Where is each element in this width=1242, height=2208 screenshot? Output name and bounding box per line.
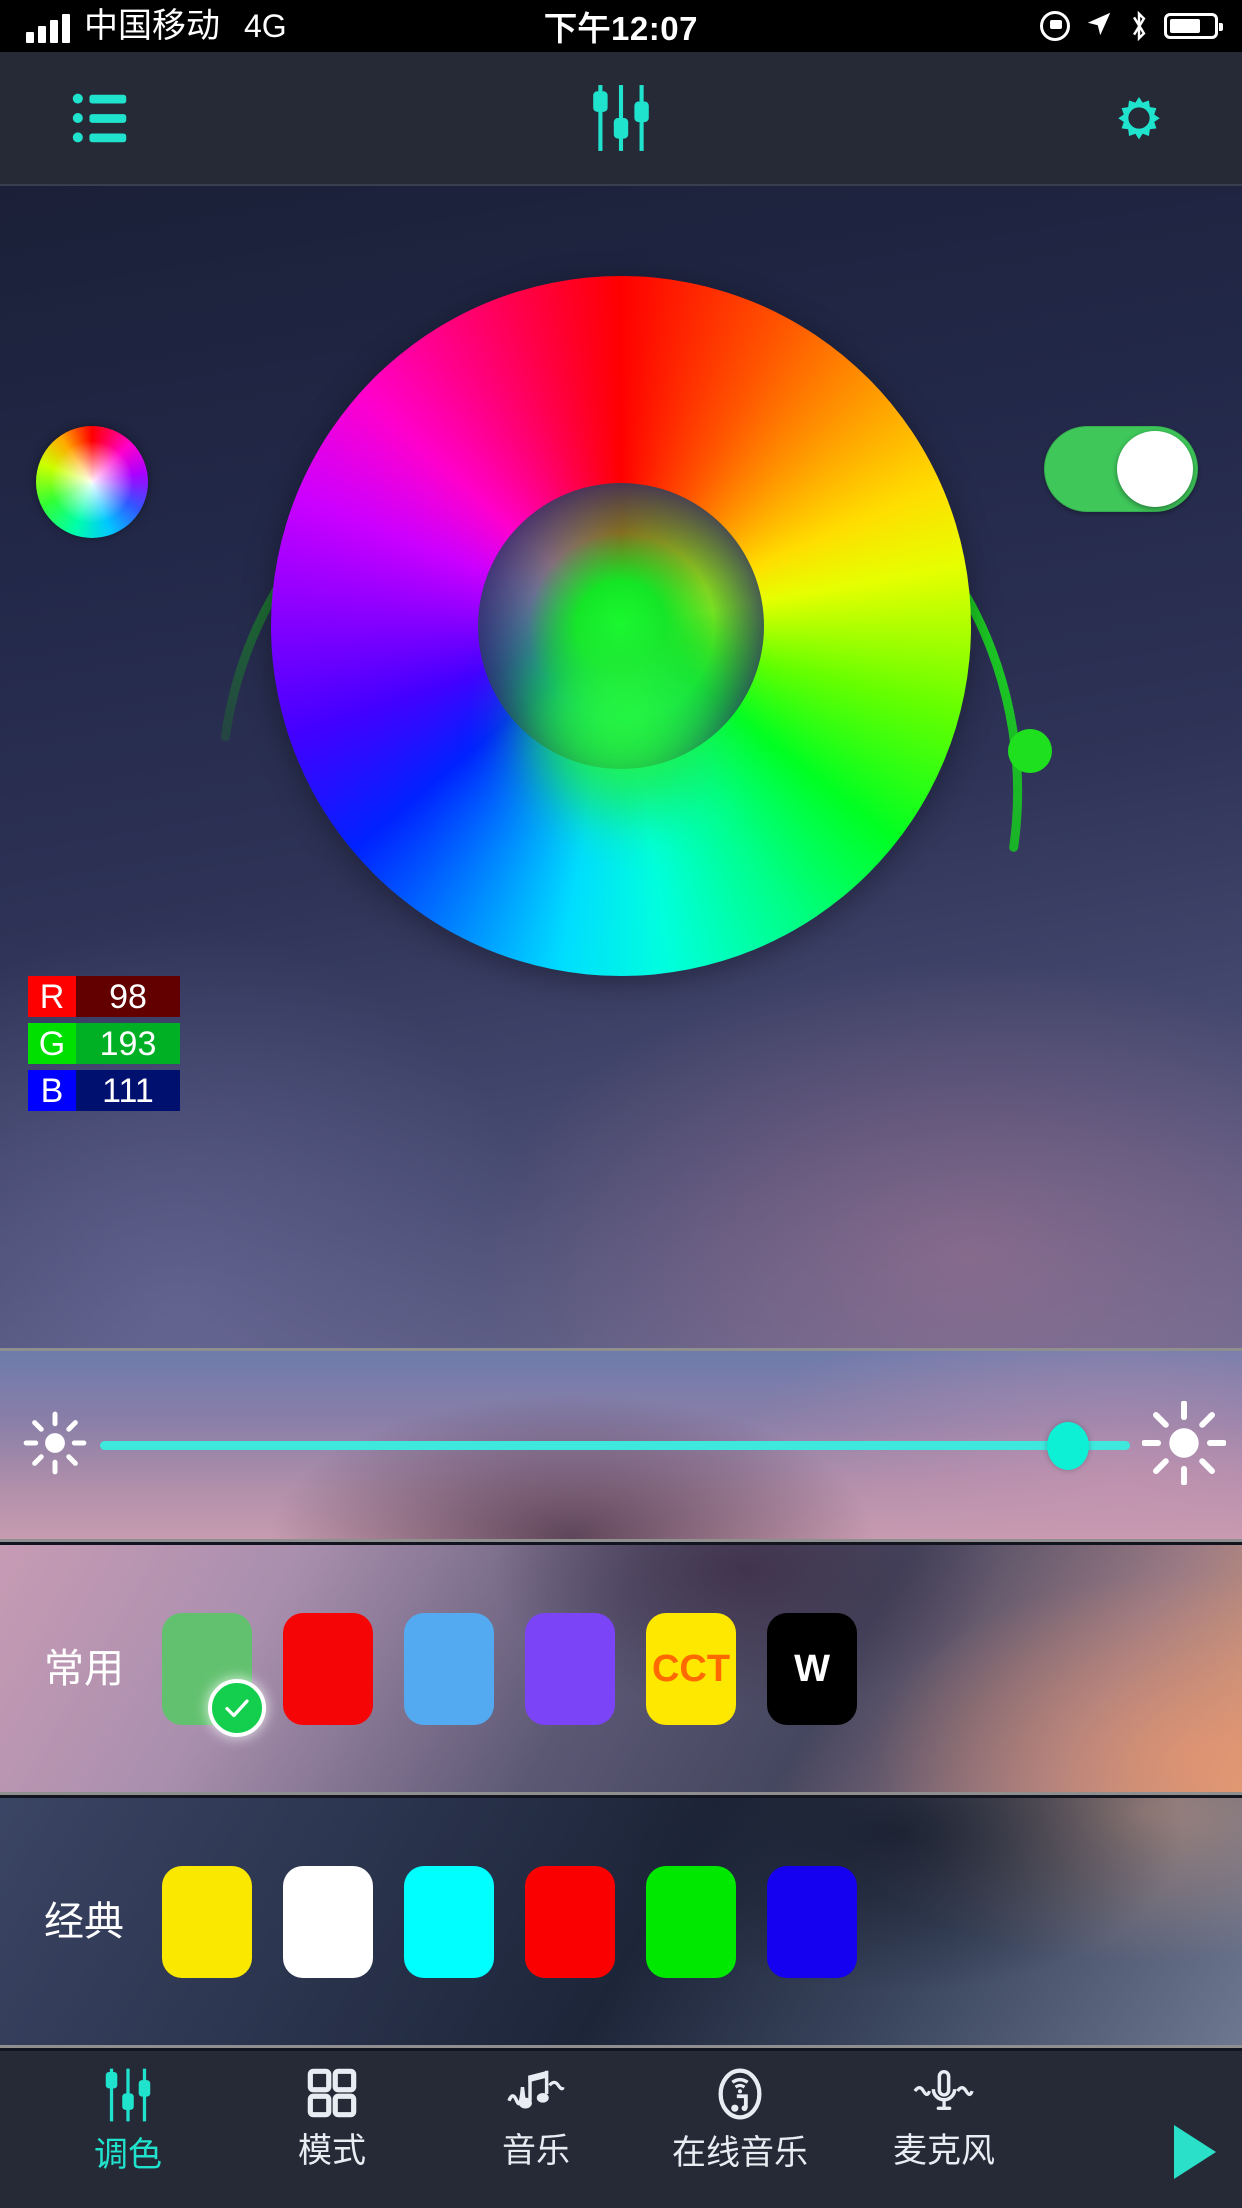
top-nav-bar bbox=[0, 52, 1242, 186]
brightness-track bbox=[100, 1441, 1130, 1450]
swatch-white-led[interactable]: W bbox=[767, 1612, 857, 1725]
swatch-yellow[interactable] bbox=[162, 1865, 252, 1978]
rgb-key-g: G bbox=[28, 1023, 76, 1064]
grid-icon bbox=[306, 2067, 358, 2124]
rgb-value-r: 98 bbox=[76, 976, 180, 1017]
sliders-icon bbox=[103, 2067, 153, 2128]
play-icon[interactable] bbox=[1174, 2125, 1216, 2179]
rgb-readout: R 98 G 193 B 111 bbox=[28, 976, 180, 1117]
color-stage: R 98 G 193 B 111 bbox=[0, 186, 1242, 1348]
battery-icon bbox=[1164, 13, 1223, 39]
tab-online-music-label: 在线音乐 bbox=[672, 2134, 808, 2172]
rgb-key-r: R bbox=[28, 976, 76, 1017]
device-list-button[interactable] bbox=[48, 63, 158, 173]
swatch-red2[interactable] bbox=[525, 1865, 615, 1978]
color-picker-wheel[interactable] bbox=[178, 231, 1064, 1117]
preset-row-classic-label: 经典 bbox=[44, 1899, 124, 1944]
bottom-tab-bar: 调色 模式 音乐 在线音乐 麦克风 bbox=[0, 2051, 1242, 2208]
swatch-lightblue[interactable] bbox=[404, 1612, 494, 1725]
tab-music-label: 音乐 bbox=[502, 2132, 570, 2170]
swatch-cct[interactable]: CCT bbox=[646, 1612, 736, 1725]
rgb-row-r: R 98 bbox=[28, 976, 180, 1017]
color-wheel-icon[interactable] bbox=[36, 426, 148, 538]
brightness-knob[interactable] bbox=[1047, 1422, 1090, 1470]
tab-microphone-label: 麦克风 bbox=[893, 2132, 995, 2170]
color-tab-button[interactable] bbox=[566, 63, 676, 173]
tab-color-label: 调色 bbox=[94, 2136, 162, 2174]
app-root: 中国移动 4G 下午12:07 R 98 G 193 B 111 常用 CCT … bbox=[0, 0, 1242, 2208]
swatch-purple[interactable] bbox=[525, 1612, 615, 1725]
settings-button[interactable] bbox=[1084, 63, 1194, 173]
preset-row-common: 常用 CCT W bbox=[0, 1545, 1242, 1795]
selected-check-icon bbox=[208, 1678, 266, 1737]
tab-mode-label: 模式 bbox=[298, 2132, 366, 2170]
sun-large-icon[interactable] bbox=[1141, 1399, 1227, 1490]
swatch-blue[interactable] bbox=[767, 1865, 857, 1978]
preset-row-classic-swatches bbox=[162, 1865, 1242, 1978]
preset-row-common-swatches: CCT W bbox=[162, 1612, 1242, 1737]
rgb-key-b: B bbox=[28, 1070, 76, 1111]
swatch-white[interactable] bbox=[283, 1865, 373, 1978]
tab-music[interactable]: 音乐 bbox=[434, 2051, 638, 2168]
status-bar: 中国移动 4G 下午12:07 bbox=[0, 0, 1242, 52]
swatch-green2[interactable] bbox=[646, 1865, 736, 1978]
sun-small-icon[interactable] bbox=[22, 1410, 88, 1481]
rgb-value-g: 193 bbox=[76, 1023, 180, 1064]
tab-mode[interactable]: 模式 bbox=[230, 2051, 434, 2168]
rgb-row-b: B 111 bbox=[28, 1070, 180, 1111]
microphone-icon bbox=[913, 2067, 975, 2124]
arc-handle bbox=[1008, 729, 1052, 773]
rgb-row-g: G 193 bbox=[28, 1023, 180, 1064]
rgb-value-b: 111 bbox=[76, 1070, 180, 1111]
tab-microphone[interactable]: 麦克风 bbox=[842, 2051, 1046, 2168]
online-music-icon bbox=[713, 2067, 767, 2126]
brightness-slider[interactable] bbox=[100, 1422, 1130, 1470]
swatch-label: CCT bbox=[651, 1647, 731, 1690]
swatch-red[interactable] bbox=[283, 1612, 373, 1725]
tab-color[interactable]: 调色 bbox=[26, 2051, 230, 2172]
brightness-bar bbox=[0, 1348, 1242, 1542]
power-toggle-knob bbox=[1117, 431, 1193, 507]
swatch-cyan[interactable] bbox=[404, 1865, 494, 1978]
preset-row-classic: 经典 bbox=[0, 1798, 1242, 2048]
rotation-lock-icon bbox=[1040, 11, 1070, 41]
hue-ring[interactable] bbox=[271, 276, 971, 976]
power-toggle[interactable] bbox=[1044, 426, 1198, 512]
swatch-label: W bbox=[794, 1647, 830, 1690]
preset-row-common-label: 常用 bbox=[44, 1646, 124, 1691]
music-note-icon bbox=[507, 2067, 565, 2124]
swatch-green[interactable] bbox=[162, 1612, 266, 1737]
tab-online-music[interactable]: 在线音乐 bbox=[638, 2051, 842, 2170]
